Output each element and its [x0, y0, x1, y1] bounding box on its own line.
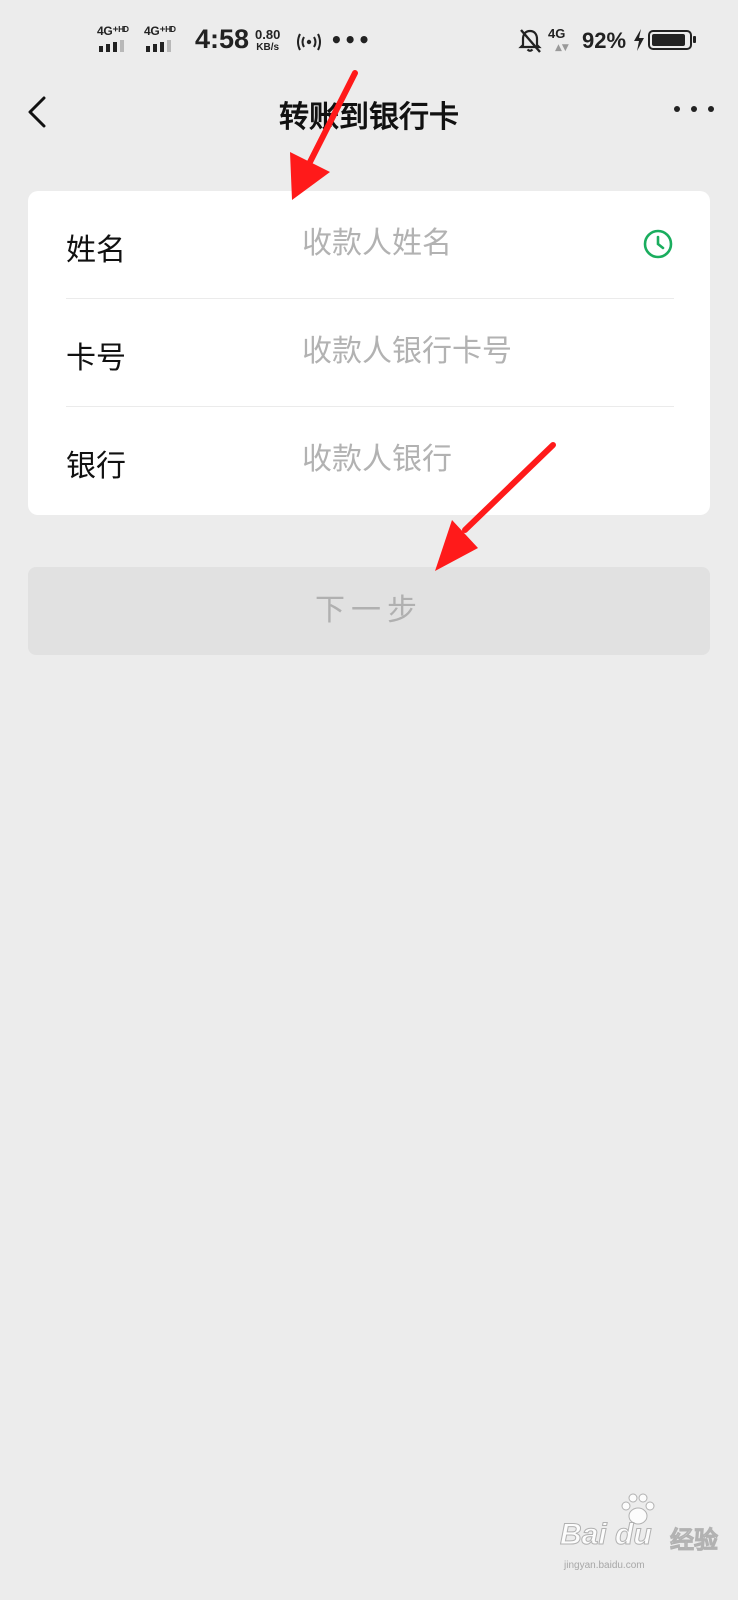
transfer-form-card: 姓名 卡号 银行	[28, 191, 710, 515]
more-options-icon[interactable]	[674, 94, 714, 124]
network-label: 4G	[548, 26, 566, 41]
history-clock-icon[interactable]	[642, 228, 674, 260]
form-row-name: 姓名	[66, 191, 674, 299]
bank-label: 银行	[66, 449, 126, 484]
page-title: 转账到银行卡	[279, 100, 459, 135]
battery-level	[652, 34, 685, 46]
nav-bar: 转账到银行卡	[0, 80, 738, 180]
charging-icon	[634, 29, 644, 51]
baidu-jingyan-watermark: Bai du 经验 jingyan.baidu.com	[560, 1490, 730, 1580]
status-time: 4:58	[195, 24, 250, 54]
sim2-label: 4G⁺ᴴᴰ	[144, 24, 176, 38]
bank-input[interactable]	[302, 431, 662, 487]
name-label: 姓名	[66, 233, 126, 268]
status-bar: 4G⁺ᴴᴰ 4G⁺ᴴᴰ 4:58 0.80 KB/s ••• 4G ▲▼ 92%	[0, 0, 738, 80]
speed-value: 0.80	[255, 27, 281, 42]
form-row-bank: 银行	[66, 407, 674, 515]
payee-name-input[interactable]	[302, 215, 662, 271]
card-number-input[interactable]	[302, 323, 662, 379]
card-number-label: 卡号	[66, 341, 126, 376]
battery-icon	[648, 30, 696, 50]
battery-percent: 92%	[582, 28, 627, 53]
mobile-data-icon: 4G ▲▼	[548, 26, 576, 56]
sim1-label: 4G⁺ᴴᴰ	[97, 24, 129, 38]
network-arrows: ▲▼	[555, 43, 569, 53]
sim2-signal-icon: 4G⁺ᴴᴰ	[144, 24, 188, 54]
network-speed: 0.80 KB/s	[255, 27, 280, 53]
watermark-url: jingyan.baidu.com	[564, 1560, 645, 1571]
status-more-icon: •••	[330, 28, 372, 52]
sim1-signal-icon: 4G⁺ᴴᴰ	[97, 24, 141, 54]
baidu-paw-icon	[621, 1493, 655, 1525]
form-row-card-number: 卡号	[66, 299, 674, 407]
bell-off-icon	[518, 29, 542, 53]
next-step-button[interactable]: 下一步	[28, 567, 710, 655]
hotspot-icon	[297, 33, 321, 51]
speed-unit: KB/s	[256, 42, 280, 53]
watermark-logo: Bai du	[560, 1518, 653, 1552]
watermark-text: 经验	[670, 1526, 719, 1555]
